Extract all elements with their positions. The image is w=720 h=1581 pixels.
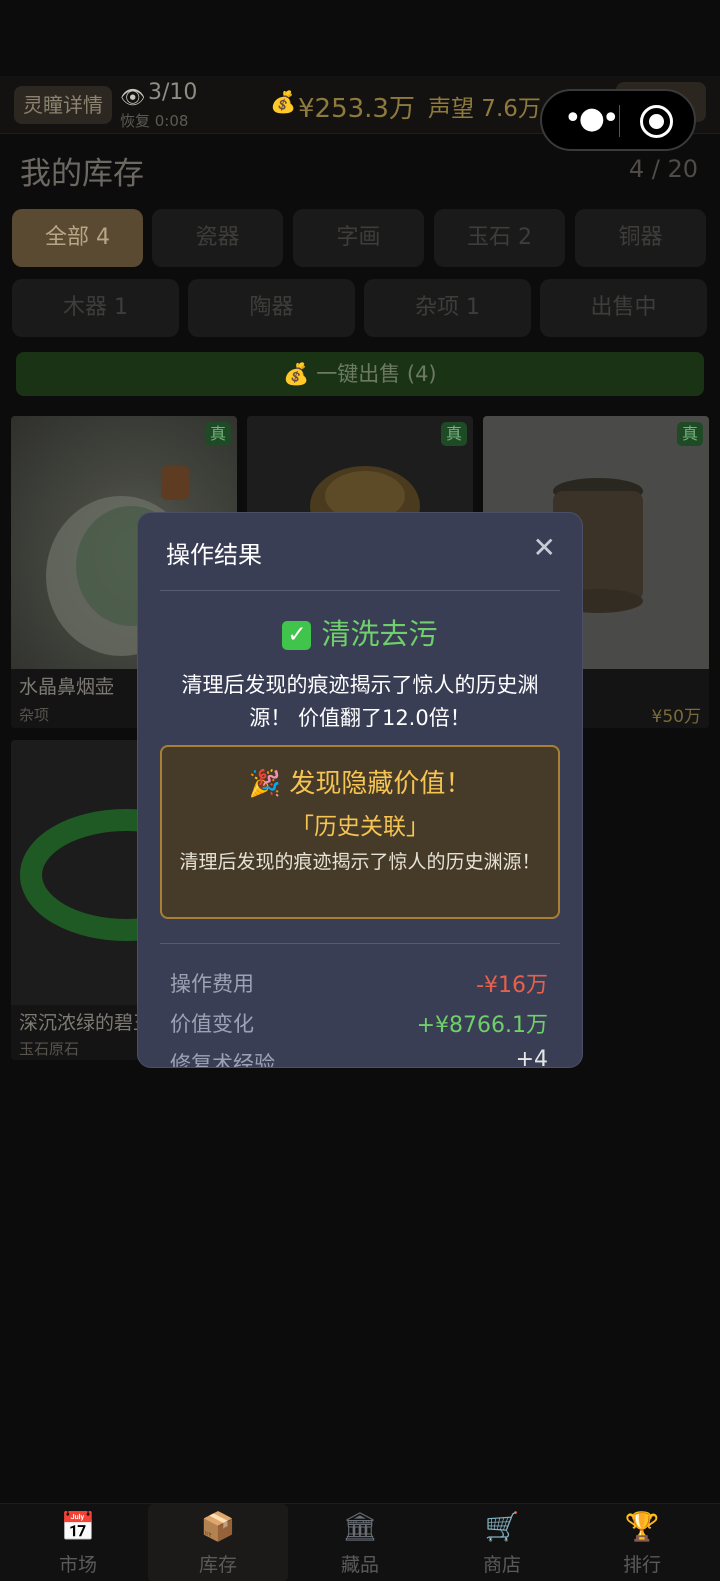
hidden-value-description: 清理后发现的痕迹揭示了惊人的历史渊源！ xyxy=(179,851,541,873)
filter-jade[interactable]: 玉石 2 xyxy=(434,209,565,267)
filter-wood[interactable]: 木器 1 xyxy=(12,279,179,337)
authentic-badge: 真 xyxy=(677,422,703,446)
tab-collection[interactable]: 🏛 藏品 xyxy=(290,1504,430,1581)
result-message: 清理后发现的痕迹揭示了惊人的历史渊源！ 价值翻了12.0倍！ xyxy=(181,673,539,730)
reputation-value: 声望 7.6万 xyxy=(428,96,541,122)
restore-exp-label: 修复术经验 xyxy=(170,1052,275,1068)
divider xyxy=(160,590,560,591)
trophy-icon: 🏆 xyxy=(624,1510,660,1543)
eye-count: 3/10 xyxy=(148,80,198,105)
item-name: 水晶鼻烟壶 xyxy=(19,676,115,698)
capsule-divider xyxy=(619,105,620,137)
museum-icon: 🏛 xyxy=(342,1510,378,1543)
money-amount: ¥253.3万 xyxy=(298,94,415,124)
tab-market[interactable]: 📅 市场 xyxy=(8,1504,148,1581)
divider xyxy=(160,943,560,944)
operation-cost-label: 操作费用 xyxy=(170,972,254,996)
sell-all-label: 一键出售 (4) xyxy=(316,362,437,386)
restore-exp-value: +4 xyxy=(515,1047,548,1068)
calendar-icon: 📅 xyxy=(60,1510,96,1543)
dialog-title: 操作结果 xyxy=(166,541,262,569)
money-bag-icon: 💰 xyxy=(270,90,297,114)
box-icon: 📦 xyxy=(200,1510,236,1543)
filter-on-sale[interactable]: 出售中 xyxy=(540,279,707,337)
authentic-badge: 真 xyxy=(205,422,231,446)
page-title: 我的库存 xyxy=(20,156,144,192)
app-root: 灵瞳详情 👁 3/10 恢复 0:08 💰 ¥253.3万 声望 7.6万 •●… xyxy=(0,0,720,1581)
inventory-count: 4 / 20 xyxy=(628,155,698,183)
tab-shop[interactable]: 🛒 商店 xyxy=(432,1504,572,1581)
close-miniprogram-icon[interactable] xyxy=(640,105,673,138)
hidden-value-heading: 🎉 发现隐藏价值！ xyxy=(162,763,558,800)
miniprogram-capsule: •●• xyxy=(540,89,696,151)
recover-timer: 恢复 0:08 xyxy=(120,112,189,130)
hidden-value-box: 🎉 发现隐藏价值！ 「历史关联」 清理后发现的痕迹揭示了惊人的历史渊源！ xyxy=(160,745,560,919)
filter-all[interactable]: 全部 4 xyxy=(12,209,143,267)
more-menu-icon[interactable]: •●• xyxy=(564,104,620,134)
tab-inventory[interactable]: 📦 库存 xyxy=(148,1504,288,1581)
spirit-eye-detail-button[interactable]: 灵瞳详情 xyxy=(14,86,112,124)
result-heading: ✓ 清洗去污 xyxy=(138,611,582,653)
hidden-value-name: 「历史关联」 xyxy=(291,814,429,840)
close-icon[interactable]: ✕ xyxy=(533,531,556,564)
value-change-value: +¥8766.1万 xyxy=(416,1013,548,1038)
authentic-badge: 真 xyxy=(441,422,467,446)
operation-cost-value: -¥16万 xyxy=(476,973,548,998)
item-name: 深沉浓绿的碧玉 xyxy=(19,1012,153,1034)
tab-label: 库存 xyxy=(198,1554,237,1576)
hidden-value-title: 发现隐藏价值！ xyxy=(289,769,472,799)
tab-label: 市场 xyxy=(58,1554,97,1576)
filter-painting[interactable]: 字画 xyxy=(293,209,424,267)
filter-porcelain[interactable]: 瓷器 xyxy=(152,209,283,267)
bottom-tab-bar: 📅 市场 📦 库存 🏛 藏品 🛒 商店 🏆 排行 xyxy=(0,1503,720,1581)
tab-label: 排行 xyxy=(622,1554,661,1576)
item-category: 玉石原石 xyxy=(19,1040,80,1058)
check-icon: ✓ xyxy=(282,621,312,650)
item-price: ¥50万 xyxy=(651,707,701,727)
value-change-label: 价值变化 xyxy=(170,1012,254,1036)
tab-label: 藏品 xyxy=(340,1554,379,1576)
filter-pottery[interactable]: 陶器 xyxy=(188,279,355,337)
item-category: 杂项 xyxy=(19,706,50,724)
tab-ranking[interactable]: 🏆 排行 xyxy=(572,1504,712,1581)
sell-all-button[interactable]: 💰 一键出售 (4) xyxy=(16,352,704,396)
filter-bronze[interactable]: 铜器 xyxy=(575,209,706,267)
result-title: 清洗去污 xyxy=(321,617,438,651)
filter-misc[interactable]: 杂项 1 xyxy=(364,279,531,337)
operation-result-dialog: 操作结果 ✕ ✓ 清洗去污 清理后发现的痕迹揭示了惊人的历史渊源！ 价值翻了12.… xyxy=(137,512,583,1068)
tab-label: 商店 xyxy=(482,1554,521,1576)
cart-icon: 🛒 xyxy=(484,1510,520,1543)
party-popper-icon: 🎉 xyxy=(248,769,290,799)
money-bag-icon: 💰 xyxy=(283,362,317,386)
eye-icon: 👁 xyxy=(120,85,146,109)
